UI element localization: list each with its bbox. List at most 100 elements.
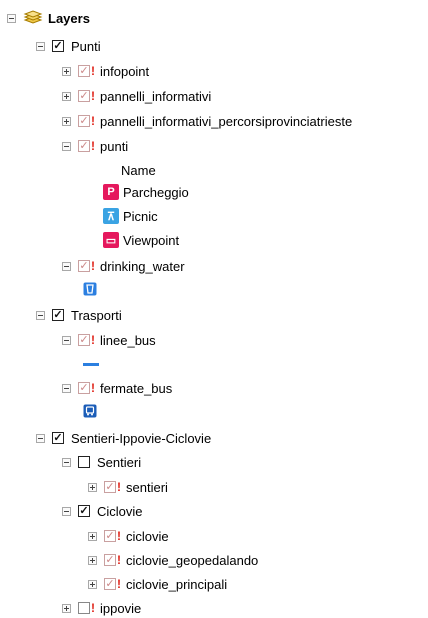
layer-ciclovie-principali[interactable]: ✓ ! ciclovie_principali xyxy=(88,574,227,594)
fermate-bus-symbol xyxy=(83,402,97,422)
group-sentieri-ippovie-ciclovie[interactable]: ✓ Sentieri-Ippovie-Ciclovie xyxy=(36,428,211,448)
checkbox-pannelli-percorsi[interactable]: ✓ xyxy=(78,115,90,127)
warning-icon: ! xyxy=(117,529,121,543)
warning-icon: ! xyxy=(91,601,95,615)
warning-icon: ! xyxy=(91,139,95,153)
viewpoint-icon: ▭ xyxy=(103,232,119,248)
checkbox-linee-bus[interactable]: ✓ xyxy=(78,334,90,346)
layer-pannelli-percorsi[interactable]: ✓ ! pannelli_informativi_percorsiprovinc… xyxy=(62,111,352,131)
layer-label: pannelli_informativi xyxy=(100,88,212,104)
layer-ciclovie-geopedalando[interactable]: ✓ ! ciclovie_geopedalando xyxy=(88,550,258,570)
layer-sentieri[interactable]: ✓ ! sentieri xyxy=(88,477,168,497)
warning-icon: ! xyxy=(91,333,95,347)
checkbox-ciclovie[interactable]: ✓ xyxy=(104,530,116,542)
checkbox-trasporti[interactable]: ✓ xyxy=(52,309,64,321)
expand-icon[interactable] xyxy=(62,116,71,126)
collapse-icon[interactable] xyxy=(36,433,45,443)
legend-header-label: Name xyxy=(121,162,156,178)
layer-drinking-water[interactable]: ✓ ! drinking_water xyxy=(62,256,185,276)
layer-fermate-bus[interactable]: ✓ ! fermate_bus xyxy=(62,378,172,398)
layer-label: ciclovie_principali xyxy=(126,576,228,592)
drinking-water-icon xyxy=(83,282,97,299)
checkbox-pannelli-informativi[interactable]: ✓ xyxy=(78,90,90,102)
linee-bus-symbol xyxy=(83,354,99,374)
subgroup-sentieri[interactable]: Sentieri xyxy=(62,452,141,472)
layer-pannelli-informativi[interactable]: ✓ ! pannelli_informativi xyxy=(62,86,211,106)
expand-icon[interactable] xyxy=(62,66,71,76)
layer-label: ippovie xyxy=(100,600,142,616)
checkbox-fermate-bus[interactable]: ✓ xyxy=(78,382,90,394)
checkbox-punti[interactable]: ✓ xyxy=(52,40,64,52)
layers-stack-icon xyxy=(23,9,43,28)
collapse-icon[interactable] xyxy=(7,13,16,23)
group-label: Punti xyxy=(71,38,101,54)
warning-icon: ! xyxy=(91,89,95,103)
collapse-icon[interactable] xyxy=(36,310,45,320)
group-label: Sentieri xyxy=(97,454,142,470)
collapse-icon[interactable] xyxy=(62,457,71,467)
checkbox-sentieri[interactable] xyxy=(78,456,90,468)
warning-icon: ! xyxy=(91,64,95,78)
legend-item-parcheggio: P Parcheggio xyxy=(103,182,189,202)
layer-ciclovie[interactable]: ✓ ! ciclovie xyxy=(88,526,169,546)
drinking-water-symbol xyxy=(83,280,97,300)
checkbox-drinking-water[interactable]: ✓ xyxy=(78,260,90,272)
layer-punti[interactable]: ✓ ! punti xyxy=(62,136,128,156)
layer-label: infopoint xyxy=(100,63,150,79)
layer-label: ciclovie_geopedalando xyxy=(126,552,259,568)
legend-item-viewpoint: ▭ Viewpoint xyxy=(103,230,179,250)
bus-line-icon xyxy=(83,362,99,366)
group-punti[interactable]: ✓ Punti xyxy=(36,36,101,56)
checkbox-ciclovie-group[interactable]: ✓ xyxy=(78,505,90,517)
layer-label: sentieri xyxy=(126,479,168,495)
warning-icon: ! xyxy=(91,114,95,128)
expand-icon[interactable] xyxy=(88,579,97,589)
layer-label: fermate_bus xyxy=(100,380,173,396)
checkbox-sentieri-layer[interactable]: ✓ xyxy=(104,481,116,493)
warning-icon: ! xyxy=(117,577,121,591)
group-label: Trasporti xyxy=(71,307,122,323)
collapse-icon[interactable] xyxy=(62,506,71,516)
legend-label: Picnic xyxy=(123,208,158,224)
layer-linee-bus[interactable]: ✓ ! linee_bus xyxy=(62,330,156,350)
layer-ippovie[interactable]: ! ippovie xyxy=(62,598,141,618)
collapse-icon[interactable] xyxy=(62,141,71,151)
collapse-icon[interactable] xyxy=(62,261,71,271)
legend-header: Name xyxy=(121,160,156,180)
expand-icon[interactable] xyxy=(62,91,71,101)
warning-icon: ! xyxy=(91,259,95,273)
expand-icon[interactable] xyxy=(88,531,97,541)
tree-root-label: Layers xyxy=(48,10,90,26)
checkbox-ciclovie-principali[interactable]: ✓ xyxy=(104,578,116,590)
parking-icon: P xyxy=(103,184,119,200)
collapse-icon[interactable] xyxy=(62,383,71,393)
layer-label: punti xyxy=(100,138,129,154)
checkbox-infopoint[interactable]: ✓ xyxy=(78,65,90,77)
checkbox-ciclovie-geopedalando[interactable]: ✓ xyxy=(104,554,116,566)
expand-icon[interactable] xyxy=(88,555,97,565)
layer-label: drinking_water xyxy=(100,258,185,274)
warning-icon: ! xyxy=(91,381,95,395)
layer-label: pannelli_informativi_percorsiprovinciatr… xyxy=(100,113,353,129)
expand-icon[interactable] xyxy=(62,603,71,613)
picnic-table-icon: ⊼ xyxy=(103,208,119,224)
collapse-icon[interactable] xyxy=(36,41,45,51)
group-trasporti[interactable]: ✓ Trasporti xyxy=(36,305,122,325)
legend-label: Parcheggio xyxy=(123,184,189,200)
warning-icon: ! xyxy=(117,553,121,567)
layer-infopoint[interactable]: ✓ ! infopoint xyxy=(62,61,149,81)
group-label: Ciclovie xyxy=(97,503,143,519)
subgroup-ciclovie[interactable]: ✓ Ciclovie xyxy=(62,501,143,521)
checkbox-ippovie[interactable] xyxy=(78,602,90,614)
tree-root-layers[interactable]: Layers xyxy=(7,8,90,28)
warning-icon: ! xyxy=(117,480,121,494)
collapse-icon[interactable] xyxy=(62,335,71,345)
expand-icon[interactable] xyxy=(88,482,97,492)
bus-stop-icon xyxy=(83,404,97,421)
layer-label: linee_bus xyxy=(100,332,156,348)
legend-item-picnic: ⊼ Picnic xyxy=(103,206,158,226)
layer-label: ciclovie xyxy=(126,528,169,544)
legend-label: Viewpoint xyxy=(123,232,180,248)
checkbox-punti-layer[interactable]: ✓ xyxy=(78,140,90,152)
checkbox-sentieri-ippovie-ciclovie[interactable]: ✓ xyxy=(52,432,64,444)
